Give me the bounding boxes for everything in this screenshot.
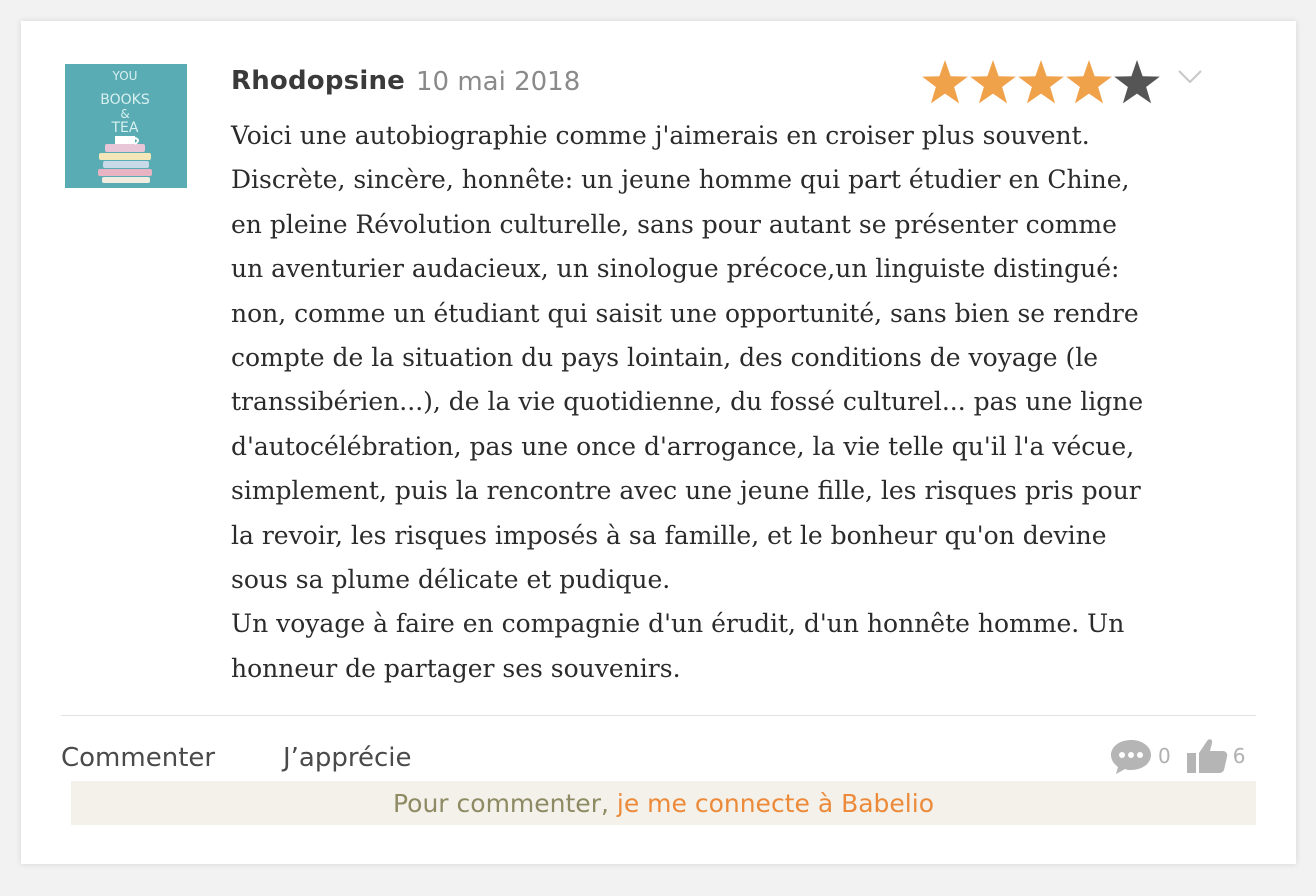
avatar-text-4: TEA [111, 120, 139, 136]
review-line: la revoir, les risques imposés à sa fami… [231, 520, 1107, 550]
like-counter[interactable]: 6 [1185, 737, 1246, 775]
review-line: honneur de partager ses souvenirs. [231, 653, 681, 683]
login-link[interactable]: je me connecte à Babelio [617, 789, 934, 818]
review-author[interactable]: Rhodopsine [231, 66, 405, 96]
comment-button[interactable]: Commenter [61, 743, 215, 773]
comment-counter[interactable]: 0 [1109, 737, 1185, 775]
star-empty-icon [1114, 60, 1160, 104]
rating-stars [921, 57, 1161, 117]
speech-bubble-icon [1111, 740, 1151, 774]
star-filled-icon [1018, 60, 1064, 104]
review-line: sous sa plume délicate et pudique. [231, 565, 671, 595]
review-line: d'autocélébration, pas une once d'arroga… [231, 431, 1135, 461]
avatar-text-1: YOU [112, 69, 138, 83]
login-prompt-text: Pour commenter, [392, 789, 617, 818]
star-filled-icon [970, 60, 1016, 104]
review-line: non, comme un étudiant qui saisit une op… [231, 298, 1139, 328]
review-card: YOU BOOKS & TEA Rhodopsine 10 mai 2018 V… [21, 21, 1296, 864]
star-filled-icon [1066, 60, 1112, 104]
comment-count: 0 [1158, 744, 1171, 768]
avatar[interactable]: YOU BOOKS & TEA [65, 64, 187, 188]
like-count: 6 [1232, 744, 1246, 768]
review-line: simplement, puis la rencontre avec une j… [231, 476, 1141, 506]
review-line: compte de la situation du pays lointain,… [231, 343, 1099, 373]
review-line: Un voyage à faire en compagnie d'un érud… [231, 609, 1125, 639]
review-line: un aventurier audacieux, un sinologue pr… [231, 254, 1120, 284]
avatar-text-2: BOOKS [100, 92, 150, 108]
avatar-text-3: & [120, 107, 129, 121]
login-prompt: Pour commenter, je me connecte à Babelio [71, 781, 1256, 825]
divider [61, 715, 1256, 716]
review-line: Discrète, sincère, honnête: un jeune hom… [231, 165, 1130, 195]
review-body: Voici une autobiographie comme j'aimerai… [231, 114, 1261, 691]
review-date: 10 mai 2018 [416, 67, 581, 97]
review-line: Voici une autobiographie comme j'aimerai… [231, 121, 1090, 150]
review-counters: 0 6 [1109, 737, 1245, 775]
like-button[interactable]: J’apprécie [283, 743, 412, 773]
star-filled-icon [922, 60, 968, 104]
thumbs-up-icon [1186, 739, 1227, 773]
avatar-image: YOU BOOKS & TEA [65, 64, 187, 188]
chevron-down-icon[interactable] [1177, 69, 1203, 90]
review-line: transsibérien...), de la vie quotidienne… [231, 387, 1144, 417]
review-line: en pleine Révolution culturelle, sans po… [231, 209, 1117, 239]
